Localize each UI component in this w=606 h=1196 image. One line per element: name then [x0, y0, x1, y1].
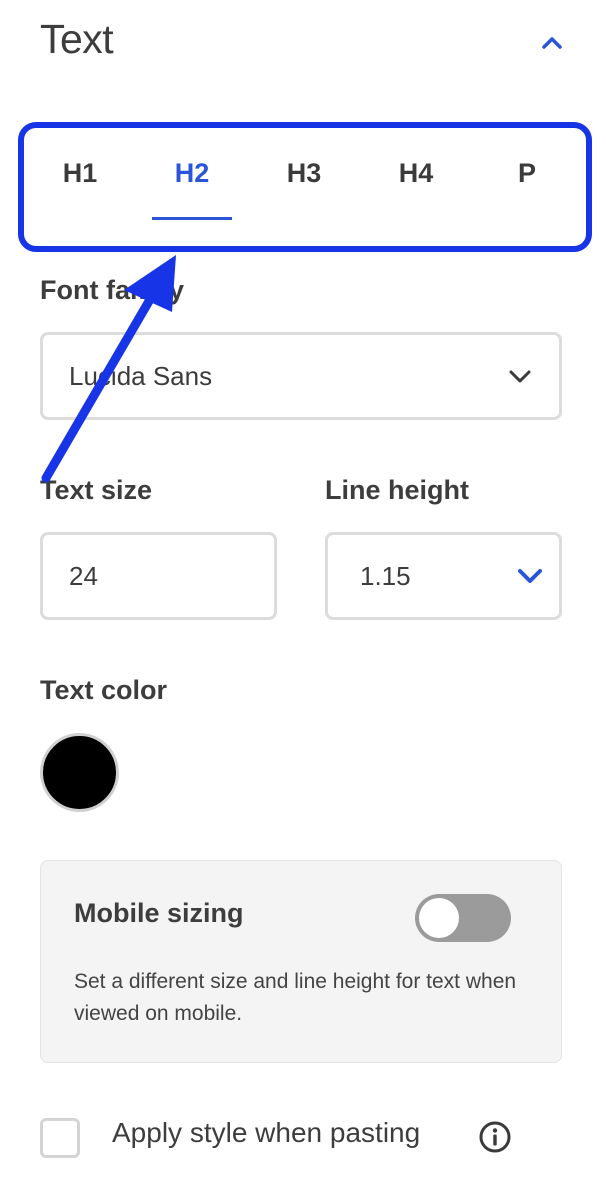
mobile-sizing-description: Set a different size and line height for…	[74, 970, 517, 1025]
text-size-value: 24	[69, 560, 98, 591]
line-height-select[interactable]: 1.15	[325, 532, 562, 620]
line-height-label: Line height	[325, 475, 469, 505]
collapse-section-button[interactable]	[532, 28, 572, 58]
tab-h1[interactable]: H1	[35, 158, 125, 198]
tab-h2[interactable]: H2	[147, 158, 237, 198]
chevron-up-icon	[542, 37, 562, 49]
text-color-swatch[interactable]	[40, 733, 119, 812]
font-family-label: Font family	[40, 275, 185, 305]
font-family-select[interactable]: Lucida Sans	[40, 332, 562, 420]
line-height-value: 1.15	[360, 560, 411, 591]
info-icon[interactable]	[478, 1120, 512, 1154]
chevron-down-icon	[509, 370, 531, 383]
mobile-sizing-card	[40, 860, 562, 1063]
text-color-label: Text color	[40, 675, 168, 705]
chevron-down-icon	[518, 569, 542, 583]
font-family-value: Lucida Sans	[69, 360, 213, 391]
toggle-knob	[419, 898, 459, 938]
text-size-input[interactable]: 24	[40, 532, 277, 620]
tab-h4[interactable]: H4	[371, 158, 461, 198]
active-tab-indicator	[152, 217, 232, 220]
apply-style-label: Apply style when pasting	[112, 1117, 421, 1148]
mobile-sizing-toggle[interactable]	[415, 894, 511, 942]
apply-style-checkbox[interactable]	[40, 1118, 80, 1158]
section-title: Text	[40, 16, 114, 62]
tab-h3[interactable]: H3	[259, 158, 349, 198]
text-size-label: Text size	[40, 475, 153, 505]
mobile-sizing-title: Mobile sizing	[74, 898, 244, 928]
tab-p[interactable]: P	[482, 158, 572, 198]
